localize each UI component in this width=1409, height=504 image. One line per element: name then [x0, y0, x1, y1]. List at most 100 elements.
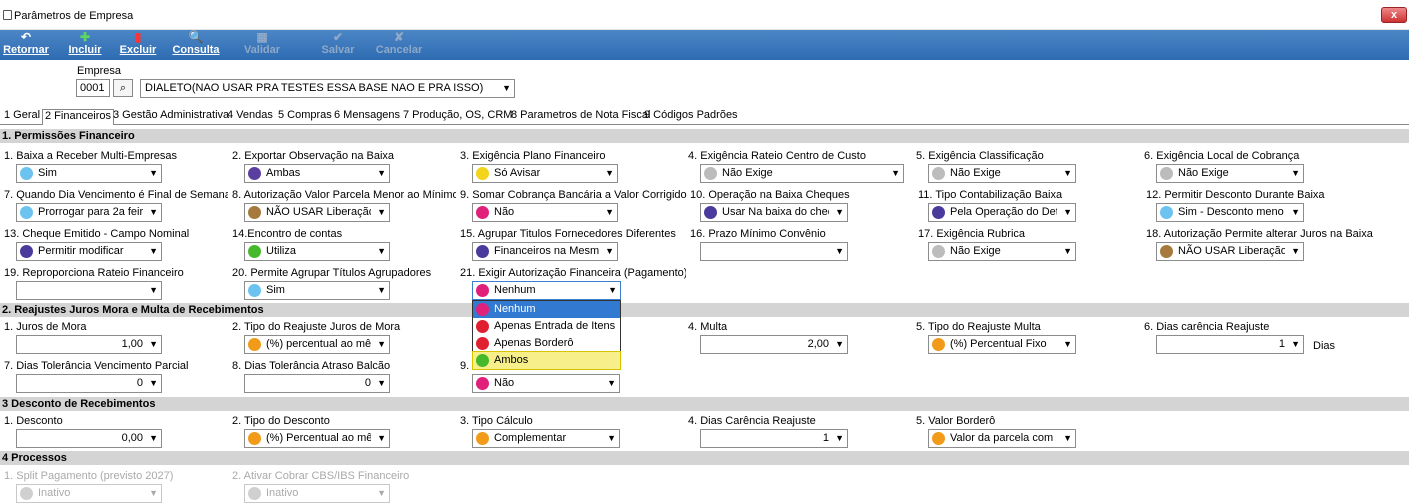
operacao-baixa-cheques-select[interactable]: Usar Na baixa do cheque▼	[700, 203, 848, 222]
dias-carencia-reajuste-input[interactable]: 1 ▼	[1156, 335, 1304, 354]
valor-bordero-select[interactable]: Valor da parcela com ▼	[928, 429, 1076, 448]
field-label: 6. Dias carência Reajuste	[1144, 321, 1270, 333]
chevron-down-icon: ▼	[377, 339, 386, 349]
multa-input[interactable]: 2,00 ▼	[700, 335, 848, 354]
status-dot-icon	[932, 167, 945, 180]
baixa-multi-empresas-select[interactable]: Sim ▼	[16, 164, 162, 183]
tab-codigos-padroes[interactable]: 9 Códigos Padrões	[642, 109, 740, 121]
agrupar-titulos-agrupadores-select[interactable]: Sim ▼	[244, 281, 390, 300]
chevron-down-icon: ▼	[377, 285, 386, 295]
exigir-autorizacao-financeira-select[interactable]: Nenhum ▼	[472, 281, 621, 300]
dias-carencia-desconto-input[interactable]: 1 ▼	[700, 429, 848, 448]
toolbar: ↶ Retornar ✚ Incluir ▮ Excluir 🔍 Consulta ▦ V…	[0, 30, 1409, 60]
window-title: Parâmetros de Empresa	[14, 10, 134, 22]
tab-nota-fiscal[interactable]: 8 Parametros de Nota Fiscal	[509, 109, 652, 121]
chevron-down-icon: ▼	[377, 168, 386, 178]
close-button[interactable]: x	[1381, 7, 1407, 23]
exigencia-rubrica-select[interactable]: Não Exige ▼	[928, 242, 1076, 261]
reajuste-9-select[interactable]: Não ▼	[472, 374, 620, 393]
field-label: 5. Valor Borderô	[916, 415, 996, 427]
cancel-icon: ✘	[393, 30, 405, 44]
dias-tolerancia-vencimento-input[interactable]: 0 ▼	[16, 374, 162, 393]
tab-bar: 1 Geral 2 Financeiros 3 Gestão Administr…	[0, 108, 1409, 125]
status-dot-icon	[476, 206, 489, 219]
exportar-observacao-select[interactable]: Ambas ▼	[244, 164, 390, 183]
dropdown-option-entrada-itens[interactable]: Apenas Entrada de Itens	[473, 318, 620, 335]
field-label: 1. Baixa a Receber Multi-Empresas	[4, 150, 178, 162]
tab-geral[interactable]: 1 Geral	[2, 109, 42, 121]
chevron-down-icon: ▼	[1063, 246, 1072, 256]
field-label: 9. Somar Cobrança Bancária a Valor Corri…	[460, 189, 687, 201]
consulta-button[interactable]: 🔍 Consulta	[171, 30, 221, 60]
field-label: 4. Multa	[688, 321, 728, 333]
exigencia-classificacao-select[interactable]: Não Exige ▼	[928, 164, 1076, 183]
agrupar-titulos-select[interactable]: Financeiros na Mesma ▼	[472, 242, 618, 261]
field-label: 7. Quando Dia Vencimento é Final de Sema…	[4, 189, 228, 201]
retornar-button[interactable]: ↶ Retornar	[2, 30, 50, 60]
field-label: 1. Juros de Mora	[4, 321, 87, 333]
status-dot-icon	[1160, 167, 1173, 180]
exigencia-plano-select[interactable]: Só Avisar ▼	[472, 164, 618, 183]
field-label: 8. Autorização Valor Parcela Menor ao Mí…	[232, 189, 456, 201]
chevron-down-icon: ▼	[891, 168, 900, 178]
empresa-search-button[interactable]: ⌕	[113, 79, 133, 97]
exigencia-local-cobranca-select[interactable]: Não Exige ▼	[1156, 164, 1304, 183]
encontro-contas-select[interactable]: Utiliza ▼	[244, 242, 390, 261]
empresa-code-input[interactable]: 0001	[76, 79, 110, 97]
window-icon	[3, 10, 12, 20]
incluir-button[interactable]: ✚ Incluir	[66, 30, 104, 60]
somar-cobranca-select[interactable]: Não ▼	[472, 203, 618, 222]
autorizacao-valor-parcela-select[interactable]: NÃO USAR Liberação ▼	[244, 203, 390, 222]
cheque-nominal-select[interactable]: Permitir modificar ▼	[16, 242, 162, 261]
tab-compras[interactable]: 5 Compras	[276, 109, 334, 121]
tab-financeiros[interactable]: 2 Financeiros	[42, 109, 115, 125]
tab-vendas[interactable]: 4 Vendas	[225, 109, 275, 121]
field-label: 1. Split Pagamento (previsto 2027)	[4, 470, 174, 482]
autorizacao-juros-baixa-select[interactable]: NÃO USAR Liberação ▼	[1156, 242, 1304, 261]
chevron-down-icon: ▼	[835, 433, 844, 443]
permitir-desconto-select[interactable]: Sim - Desconto meno ▼	[1156, 203, 1304, 222]
tab-gestao-administrativa[interactable]: 3 Gestão Administrativa	[111, 109, 231, 121]
dropdown-option-bordero[interactable]: Apenas Borderô	[473, 335, 620, 352]
field-label: 20. Permite Agrupar Títulos Agrupadores	[232, 267, 432, 279]
exigencia-rateio-select[interactable]: Não Exige ▼	[700, 164, 904, 183]
cancelar-button[interactable]: ✘ Cancelar	[374, 30, 424, 60]
search-icon: ⌕	[119, 82, 127, 94]
tipo-desconto-select[interactable]: (%) Percentual ao mês ▼	[244, 429, 390, 448]
tipo-reajuste-multa-select[interactable]: (%) Percentual Fixo ▼	[928, 335, 1076, 354]
status-dot-icon	[248, 284, 261, 297]
chevron-down-icon: ▼	[605, 246, 614, 256]
juros-mora-input[interactable]: 1,00 ▼	[16, 335, 162, 354]
tipo-contabilizacao-select[interactable]: Pela Operação do Det ▼	[928, 203, 1076, 222]
status-dot-icon	[704, 167, 717, 180]
section-reajustes: 2. Reajustes Juros Mora e Multa de Receb…	[0, 303, 1409, 317]
dias-tolerancia-balcao-input[interactable]: 0 ▼	[244, 374, 390, 393]
delete-icon: ▮	[134, 30, 142, 44]
field-label: 3. Exigência Plano Financeiro	[460, 150, 606, 162]
field-label: 18. Autorização Permite alterar Juros na…	[1146, 228, 1373, 240]
field-label: 19. Reproporciona Rateio Financeiro	[4, 267, 184, 279]
status-dot-icon	[476, 354, 489, 367]
dropdown-option-ambos[interactable]: Ambos	[472, 351, 621, 370]
chevron-down-icon: ▼	[377, 246, 386, 256]
chevron-down-icon: ▼	[605, 168, 614, 178]
tipo-reajuste-juros-select[interactable]: (%) percentual ao mês ▼	[244, 335, 390, 354]
reproporciona-rateio-select[interactable]: ▼	[16, 281, 162, 300]
salvar-button[interactable]: ✔ Salvar	[320, 30, 356, 60]
split-pagamento-select[interactable]: Inativo ▼	[16, 484, 162, 503]
empresa-select[interactable]: DIALETO(NAO USAR PRA TESTES ESSA BASE NA…	[140, 79, 515, 98]
desconto-input[interactable]: 0,00 ▼	[16, 429, 162, 448]
tipo-calculo-select[interactable]: Complementar ▼	[472, 429, 620, 448]
ativar-cbs-ibs-select[interactable]: Inativo ▼	[244, 484, 390, 503]
tab-mensagens[interactable]: 6 Mensagens	[332, 109, 402, 121]
validar-button[interactable]: ▦ Validar	[242, 30, 282, 60]
dropdown-option-nenhum[interactable]: Nenhum	[473, 301, 620, 318]
field-label: 11. Tipo Contabilização Baixa	[918, 189, 1063, 201]
prazo-minimo-convenio-select[interactable]: ▼	[700, 242, 848, 261]
status-dot-icon	[476, 284, 489, 297]
tab-producao[interactable]: 7 Produção, OS, CRM	[401, 109, 514, 121]
excluir-button[interactable]: ▮ Excluir	[118, 30, 158, 60]
chevron-down-icon: ▼	[149, 488, 158, 498]
validate-icon: ▦	[256, 30, 268, 44]
vencimento-fim-semana-select[interactable]: Prorrogar para 2a feira ▼	[16, 203, 162, 222]
